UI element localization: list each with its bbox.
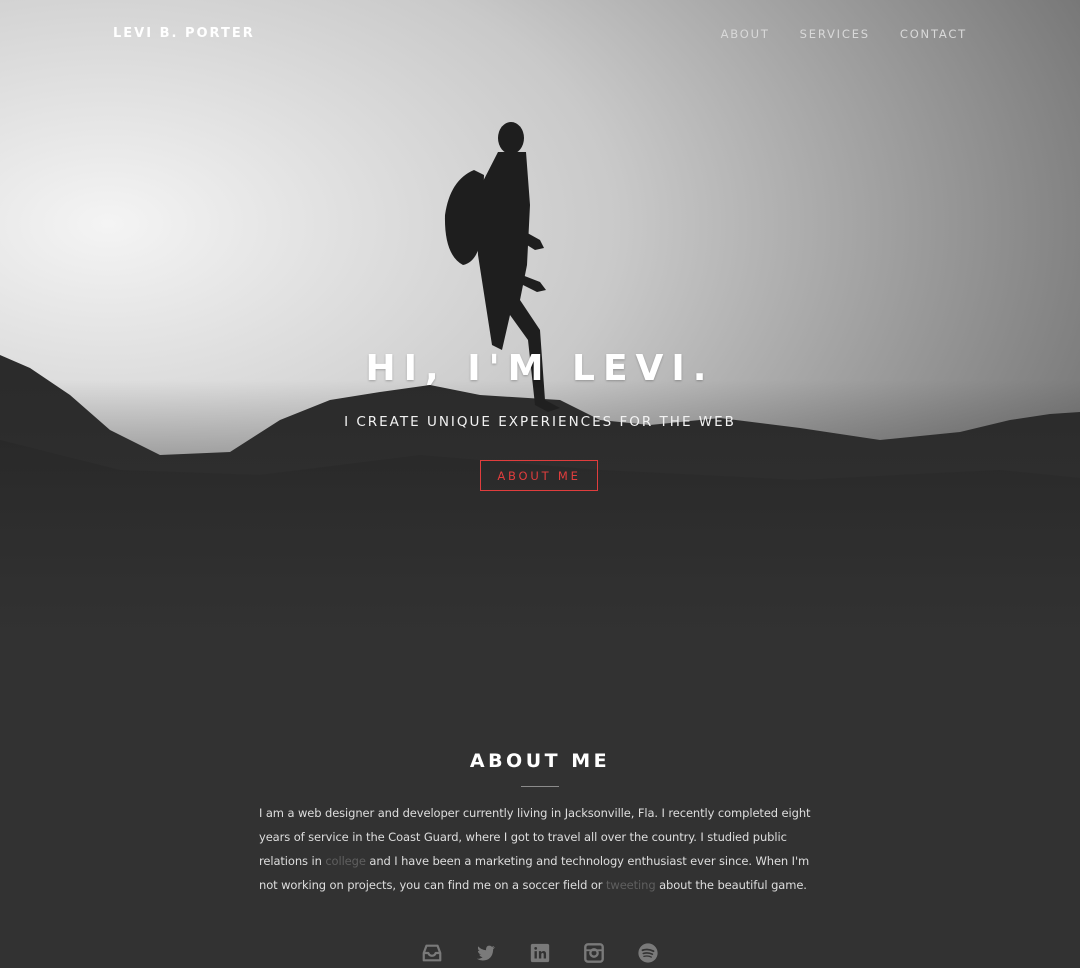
instagram-icon[interactable] xyxy=(583,942,605,964)
inbox-icon[interactable] xyxy=(421,942,443,964)
nav-link-contact[interactable]: CONTACT xyxy=(900,27,967,41)
about-me-button[interactable]: ABOUT ME xyxy=(480,460,598,491)
brand-logo[interactable]: LEVI B. PORTER xyxy=(113,26,255,41)
twitter-icon[interactable] xyxy=(475,942,497,964)
college-link[interactable]: college xyxy=(325,854,366,868)
hero-section: LEVI B. PORTER ABOUT SERVICES CONTACT HI… xyxy=(0,0,1080,640)
about-divider xyxy=(521,786,559,787)
main-nav: ABOUT SERVICES CONTACT xyxy=(721,27,967,41)
social-links xyxy=(0,942,1080,964)
about-title: ABOUT ME xyxy=(469,750,611,772)
hero-subheadline: I CREATE UNIQUE EXPERIENCES FOR THE WEB xyxy=(344,414,736,430)
nav-link-about[interactable]: ABOUT xyxy=(721,27,770,41)
about-paragraph: I am a web designer and developer curren… xyxy=(259,801,829,897)
hero-headline: HI, I'M LEVI. xyxy=(365,348,715,389)
about-text-part-3: about the beautiful game. xyxy=(655,878,807,892)
hero-background-photo xyxy=(0,0,1080,640)
linkedin-icon[interactable] xyxy=(529,942,551,964)
spotify-icon[interactable] xyxy=(637,942,659,964)
tweeting-link[interactable]: tweeting xyxy=(606,878,656,892)
nav-link-services[interactable]: SERVICES xyxy=(800,27,870,41)
